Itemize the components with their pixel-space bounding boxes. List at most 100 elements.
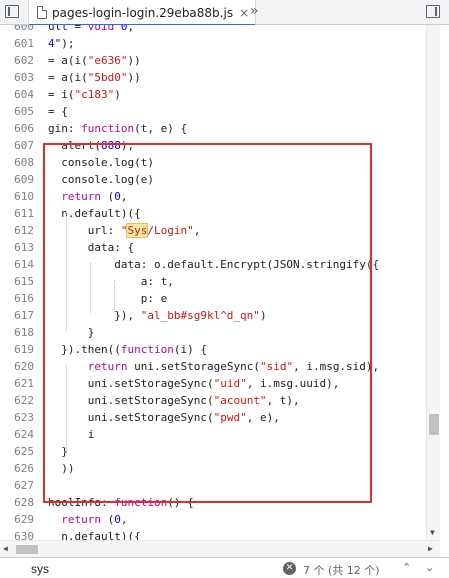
code-text: ult = void 0, <box>48 25 135 33</box>
code-line: 603 = a(i("5bd0")) <box>0 69 426 86</box>
search-input[interactable] <box>31 561 271 577</box>
line-number[interactable]: 621 <box>0 375 34 392</box>
code-line: 625 } <box>0 443 426 460</box>
line-number[interactable]: 620 <box>0 358 34 375</box>
code-editor[interactable]: 630 n.default)({629 return (0, 628 hoolInf… <box>0 25 426 540</box>
line-number[interactable]: 600 <box>0 25 34 35</box>
clear-search-icon[interactable]: ✕ <box>283 562 296 575</box>
line-number[interactable]: 603 <box>0 69 34 86</box>
code-text: hoolInfo: function() { <box>48 496 194 509</box>
code-line: 624 i <box>0 426 426 443</box>
code-text: } <box>48 326 95 339</box>
code-line: 630 n.default)({ <box>0 528 426 540</box>
indent-guide <box>66 212 67 331</box>
code-text: url: "Sys/Login", <box>48 223 201 238</box>
line-number[interactable]: 624 <box>0 426 34 443</box>
scroll-left-icon[interactable]: ◀ <box>3 544 8 553</box>
code-line: 618 } <box>0 324 426 341</box>
scroll-right-icon[interactable]: ▶ <box>428 544 433 553</box>
code-line: 610 return (0, <box>0 188 426 205</box>
search-bar: ✕ 7 个 (共 12 个) ⌃ ⌄ <box>0 557 449 578</box>
code-line: 609 console.log(e) <box>0 171 426 188</box>
more-tabs-icon[interactable]: » <box>250 3 258 19</box>
line-number[interactable]: 628 <box>0 494 34 511</box>
code-text: } <box>48 445 68 458</box>
code-line: 621 uni.setStorageSync("uid", i.msg.uuid… <box>0 375 426 392</box>
horizontal-scrollbar[interactable]: ◀ ▶ <box>0 540 440 557</box>
line-number[interactable]: 612 <box>0 222 34 239</box>
next-match-icon[interactable]: ⌄ <box>425 561 434 574</box>
line-number[interactable]: 619 <box>0 341 34 358</box>
code-text: }).then((function(i) { <box>48 343 207 356</box>
line-number[interactable]: 611 <box>0 205 34 222</box>
line-number[interactable]: 608 <box>0 154 34 171</box>
line-number[interactable]: 615 <box>0 273 34 290</box>
line-number[interactable]: 630 <box>0 528 34 540</box>
tab-file-name: pages-login-login.29eba88b.js <box>52 5 234 20</box>
toggle-navigator-icon[interactable] <box>5 5 19 18</box>
code-line: 611 n.default)({ <box>0 205 426 222</box>
line-number[interactable]: 609 <box>0 171 34 188</box>
code-text: = a(i("e636")) <box>48 54 141 67</box>
code-line: 629 return (0, <box>0 511 426 528</box>
file-icon <box>37 6 47 19</box>
code-line: 613 data: { <box>0 239 426 256</box>
line-number[interactable]: 627 <box>0 477 34 494</box>
code-text: uni.setStorageSync("acount", t), <box>48 394 300 407</box>
scroll-down-icon[interactable]: ▼ <box>430 528 435 537</box>
code-text: n.default)({ <box>48 530 141 540</box>
line-number[interactable]: 607 <box>0 137 34 154</box>
code-line: 616 p: e <box>0 290 426 307</box>
code-text: uni.setStorageSync("pwd", e), <box>48 411 280 424</box>
indent-guide <box>90 263 91 314</box>
code-text: data: { <box>48 241 135 254</box>
line-number[interactable]: 626 <box>0 460 34 477</box>
horizontal-scroll-thumb[interactable] <box>16 545 38 554</box>
line-number[interactable]: 606 <box>0 120 34 137</box>
line-number[interactable]: 604 <box>0 86 34 103</box>
previous-match-icon[interactable]: ⌃ <box>402 561 411 574</box>
vertical-scroll-thumb[interactable] <box>429 414 439 435</box>
line-number[interactable]: 610 <box>0 188 34 205</box>
code-text: }), "al_bb#sg9kl^d_qn") <box>48 309 267 322</box>
code-line: 602 = a(i("e636")) <box>0 52 426 69</box>
code-line: 607 alert(888); <box>0 137 426 154</box>
line-number[interactable]: 629 <box>0 511 34 528</box>
code-text: = { <box>48 105 68 118</box>
code-text: uni.setStorageSync("uid", i.msg.uuid), <box>48 377 340 390</box>
code-line: 627 <box>0 477 426 494</box>
line-number[interactable]: 601 <box>0 35 34 52</box>
code-line: 623 uni.setStorageSync("pwd", e), <box>0 409 426 426</box>
code-line: 604 = i("c183") <box>0 86 426 103</box>
line-number[interactable]: 622 <box>0 392 34 409</box>
code-line: 606 gin: function(t, e) { <box>0 120 426 137</box>
line-number[interactable]: 618 <box>0 324 34 341</box>
code-text: console.log(t) <box>48 156 154 169</box>
line-number[interactable]: 602 <box>0 52 34 69</box>
line-number[interactable]: 625 <box>0 443 34 460</box>
line-number[interactable]: 616 <box>0 290 34 307</box>
code-text: i <box>48 428 95 441</box>
line-number[interactable]: 605 <box>0 103 34 120</box>
editor-tab-bar: pages-login-login.29eba88b.js × » <box>0 0 449 26</box>
code-text: 4"); <box>48 37 75 50</box>
code-text: return uni.setStorageSync("sid", i.msg.s… <box>87 360 380 373</box>
line-number[interactable]: 617 <box>0 307 34 324</box>
code-text: = a(i("5bd0")) <box>48 71 141 84</box>
close-tab-icon[interactable]: × <box>239 6 249 20</box>
code-text: console.log(e) <box>48 173 154 186</box>
code-line: 612 url: "Sys/Login", <box>0 222 426 239</box>
tab-source-file[interactable]: pages-login-login.29eba88b.js × <box>28 0 257 26</box>
vertical-scrollbar[interactable]: ▼ <box>426 25 440 540</box>
code-line: 614 data: o.default.Encrypt(JSON.stringi… <box>0 256 426 273</box>
indent-guide <box>114 280 115 314</box>
code-text: = i("c183") <box>48 88 121 101</box>
line-number[interactable]: 614 <box>0 256 34 273</box>
code-line: 619 }).then((function(i) { <box>0 341 426 358</box>
code-line: 617 }), "al_bb#sg9kl^d_qn") <box>0 307 426 324</box>
code-line: 608 console.log(t) <box>0 154 426 171</box>
line-number[interactable]: 623 <box>0 409 34 426</box>
toggle-debugger-icon[interactable] <box>426 5 440 18</box>
code-line: 622 uni.setStorageSync("acount", t), <box>0 392 426 409</box>
line-number[interactable]: 613 <box>0 239 34 256</box>
